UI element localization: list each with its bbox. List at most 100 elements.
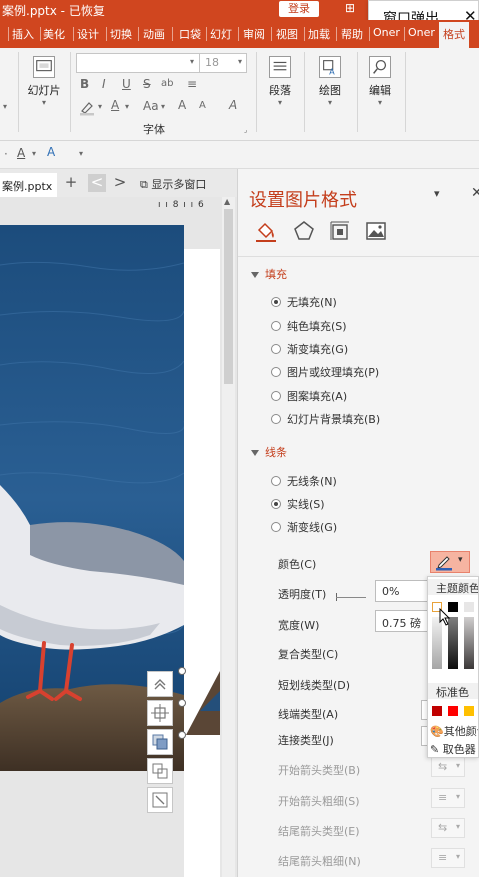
crop-button[interactable] bbox=[147, 700, 173, 726]
slides-button[interactable]: 幻灯片 ▾ bbox=[24, 56, 64, 107]
color-swatch-light-gray[interactable] bbox=[464, 602, 474, 612]
underline-button[interactable]: U bbox=[122, 77, 131, 91]
more-colors-item[interactable]: 🎨其他颜色 bbox=[430, 723, 478, 739]
chevron-down-icon[interactable]: ▾ bbox=[190, 57, 194, 66]
move-up-button[interactable] bbox=[147, 671, 173, 697]
show-multiple-windows-button[interactable]: ⧉ 显示多窗口 bbox=[140, 176, 206, 192]
restore-icon[interactable]: ⊞ bbox=[345, 1, 355, 15]
begin-arrow-type-dropdown[interactable]: ⇆ ▾ bbox=[431, 757, 465, 777]
fill-option-slide-background[interactable]: 幻灯片背景填充(B) bbox=[271, 411, 380, 427]
resize-handle[interactable] bbox=[178, 731, 186, 739]
fill-option-picture-texture[interactable]: 图片或纹理填充(P) bbox=[271, 364, 379, 380]
chevron-down-icon[interactable]: ▾ bbox=[238, 57, 242, 66]
size-properties-icon[interactable] bbox=[328, 219, 352, 243]
italic-button[interactable]: I bbox=[102, 77, 106, 91]
radio[interactable] bbox=[271, 414, 281, 424]
tab-view[interactable]: 视图 bbox=[276, 26, 298, 42]
slide-canvas[interactable] bbox=[184, 249, 220, 877]
transparency-slider[interactable] bbox=[336, 592, 366, 602]
tab-beautify[interactable]: 美化 bbox=[43, 26, 65, 42]
radio[interactable] bbox=[271, 391, 281, 401]
character-spacing-button[interactable]: Aa bbox=[143, 99, 159, 113]
panel-options-icon[interactable]: ▾ bbox=[434, 187, 440, 200]
end-arrow-type-dropdown[interactable]: ⇆ ▾ bbox=[431, 818, 465, 838]
line-option-none[interactable]: 无线条(N) bbox=[271, 473, 337, 489]
fill-line-icon[interactable] bbox=[254, 219, 278, 243]
end-arrow-size-dropdown[interactable]: ≡ ▾ bbox=[431, 848, 465, 868]
chevron-down-icon[interactable]: ▾ bbox=[3, 102, 7, 111]
login-button[interactable]: 登录 bbox=[279, 1, 319, 17]
radio[interactable] bbox=[271, 476, 281, 486]
tab-addins[interactable]: 加载 bbox=[308, 26, 330, 42]
begin-arrow-size-dropdown[interactable]: ≡ ▾ bbox=[431, 788, 465, 808]
radio[interactable] bbox=[271, 321, 281, 331]
chevron-down-icon[interactable]: ▾ bbox=[98, 102, 102, 111]
chevron-down-icon[interactable]: ▾ bbox=[125, 102, 129, 111]
tab-insert[interactable]: 插入 bbox=[12, 26, 34, 42]
radio-selected[interactable] bbox=[271, 499, 281, 509]
line-color-button[interactable]: ▾ bbox=[430, 551, 470, 573]
line-option-gradient[interactable]: 渐变线(G) bbox=[271, 519, 337, 535]
eyedropper-item[interactable]: ✎ 取色器 bbox=[430, 741, 476, 757]
replace-image-button[interactable] bbox=[147, 758, 173, 784]
add-document-button[interactable]: + bbox=[62, 174, 80, 192]
editing-button[interactable]: 编辑 ▾ bbox=[362, 56, 398, 107]
color-swatch-shade-column[interactable] bbox=[464, 617, 474, 669]
fill-section-header[interactable]: 填充 bbox=[251, 266, 287, 282]
tab-design[interactable]: 设计 bbox=[77, 26, 99, 42]
font-color-button[interactable]: A bbox=[111, 98, 119, 112]
drawing-button[interactable]: A 绘图 ▾ bbox=[312, 56, 348, 107]
transparency-input[interactable]: 0% bbox=[375, 580, 433, 602]
vertical-scrollbar[interactable]: ▲ bbox=[222, 197, 235, 877]
arrange-button[interactable] bbox=[147, 729, 173, 755]
chevron-down-icon[interactable]: ▾ bbox=[32, 149, 36, 158]
resize-handle[interactable] bbox=[178, 667, 186, 675]
line-option-solid[interactable]: 实线(S) bbox=[271, 496, 325, 512]
customize-qat-icon[interactable]: ▾ bbox=[79, 149, 83, 158]
resize-handle[interactable] bbox=[178, 699, 186, 707]
qat-font-color-icon[interactable]: A bbox=[17, 146, 25, 160]
fill-option-pattern[interactable]: 图案填充(A) bbox=[271, 388, 347, 404]
paragraph-button[interactable]: 段落 ▾ bbox=[262, 56, 298, 107]
radio[interactable] bbox=[271, 522, 281, 532]
resize-button[interactable] bbox=[147, 787, 173, 813]
align-left-icon[interactable]: ≡ bbox=[187, 77, 197, 91]
color-swatch-orange[interactable] bbox=[464, 706, 474, 716]
tab-review[interactable]: 审阅 bbox=[243, 26, 265, 42]
line-section-header[interactable]: 线条 bbox=[251, 444, 287, 460]
dialog-launcher-icon[interactable]: ⌟ bbox=[244, 126, 247, 134]
scroll-left-icon[interactable]: · bbox=[4, 147, 8, 161]
bold-button[interactable]: B bbox=[80, 77, 89, 91]
highlighter-icon[interactable] bbox=[78, 100, 96, 116]
shrink-font-button[interactable]: A bbox=[199, 100, 206, 111]
qat-shape-text-icon[interactable]: A bbox=[47, 145, 55, 159]
radio[interactable] bbox=[271, 344, 281, 354]
picture-icon[interactable] bbox=[364, 219, 388, 243]
tab-animations[interactable]: 动画 bbox=[143, 26, 165, 42]
color-swatch-dark-red[interactable] bbox=[432, 706, 442, 716]
strikethrough-button[interactable]: S bbox=[143, 77, 151, 91]
chevron-down-icon[interactable]: ▾ bbox=[161, 102, 165, 111]
tab-transitions[interactable]: 切换 bbox=[110, 26, 132, 42]
radio[interactable] bbox=[271, 367, 281, 377]
fill-option-solid[interactable]: 纯色填充(S) bbox=[271, 318, 347, 334]
font-name-input[interactable] bbox=[76, 53, 200, 73]
fill-option-gradient[interactable]: 渐变填充(G) bbox=[271, 341, 348, 357]
tab-oner-1[interactable]: Oner bbox=[373, 26, 400, 39]
tab-help[interactable]: 帮助 bbox=[341, 26, 363, 42]
tab-format[interactable]: 格式 bbox=[439, 22, 469, 48]
prev-tab-button[interactable]: < bbox=[88, 174, 106, 192]
tab-oner-2[interactable]: Oner bbox=[408, 26, 435, 39]
radio-selected[interactable] bbox=[271, 297, 281, 307]
fill-option-none[interactable]: 无填充(N) bbox=[271, 294, 337, 310]
scrollbar-thumb[interactable] bbox=[224, 209, 233, 384]
clear-formatting-button[interactable]: A bbox=[229, 98, 237, 112]
color-swatch-red[interactable] bbox=[448, 706, 458, 716]
tab-slideshow[interactable]: 幻灯 bbox=[210, 26, 232, 42]
text-shadow-button[interactable]: ab bbox=[161, 78, 173, 89]
width-input[interactable]: 0.75 磅 bbox=[375, 610, 433, 632]
next-tab-button[interactable]: > bbox=[111, 174, 129, 192]
scroll-up-icon[interactable]: ▲ bbox=[224, 197, 230, 206]
grow-font-button[interactable]: A bbox=[178, 98, 186, 112]
tab-pocket[interactable]: 口袋 bbox=[179, 26, 201, 42]
